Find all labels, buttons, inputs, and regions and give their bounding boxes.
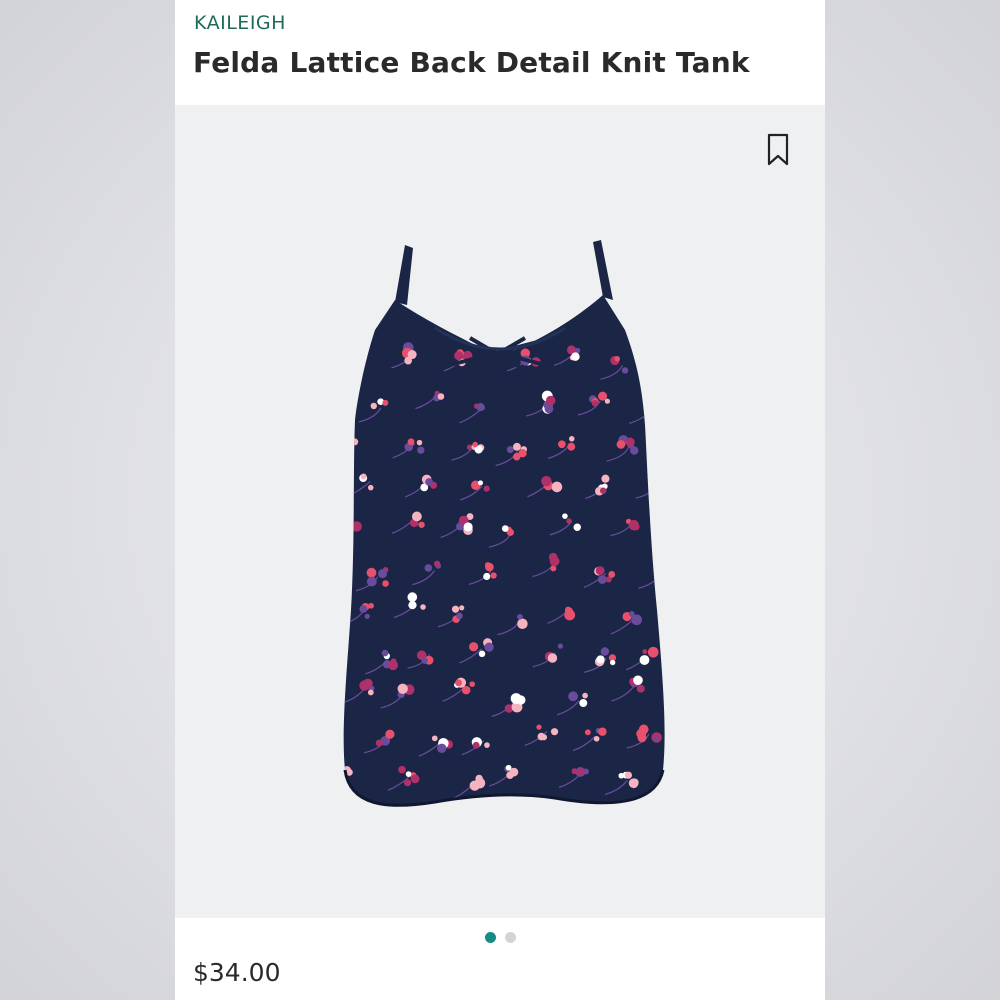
product-title: Felda Lattice Back Detail Knit Tank [193, 46, 750, 79]
carousel-dot-2[interactable] [504, 932, 516, 943]
bookmark-icon[interactable] [765, 133, 791, 167]
product-image-panel[interactable] [175, 105, 825, 918]
product-card: KAILEIGH Felda Lattice Back Detail Knit … [175, 0, 825, 1000]
tank-top-image [343, 240, 665, 807]
carousel-dot-1[interactable] [484, 932, 496, 943]
product-price: $34.00 [193, 958, 281, 987]
brand-name: KAILEIGH [194, 12, 286, 34]
carousel-indicator [175, 932, 825, 946]
